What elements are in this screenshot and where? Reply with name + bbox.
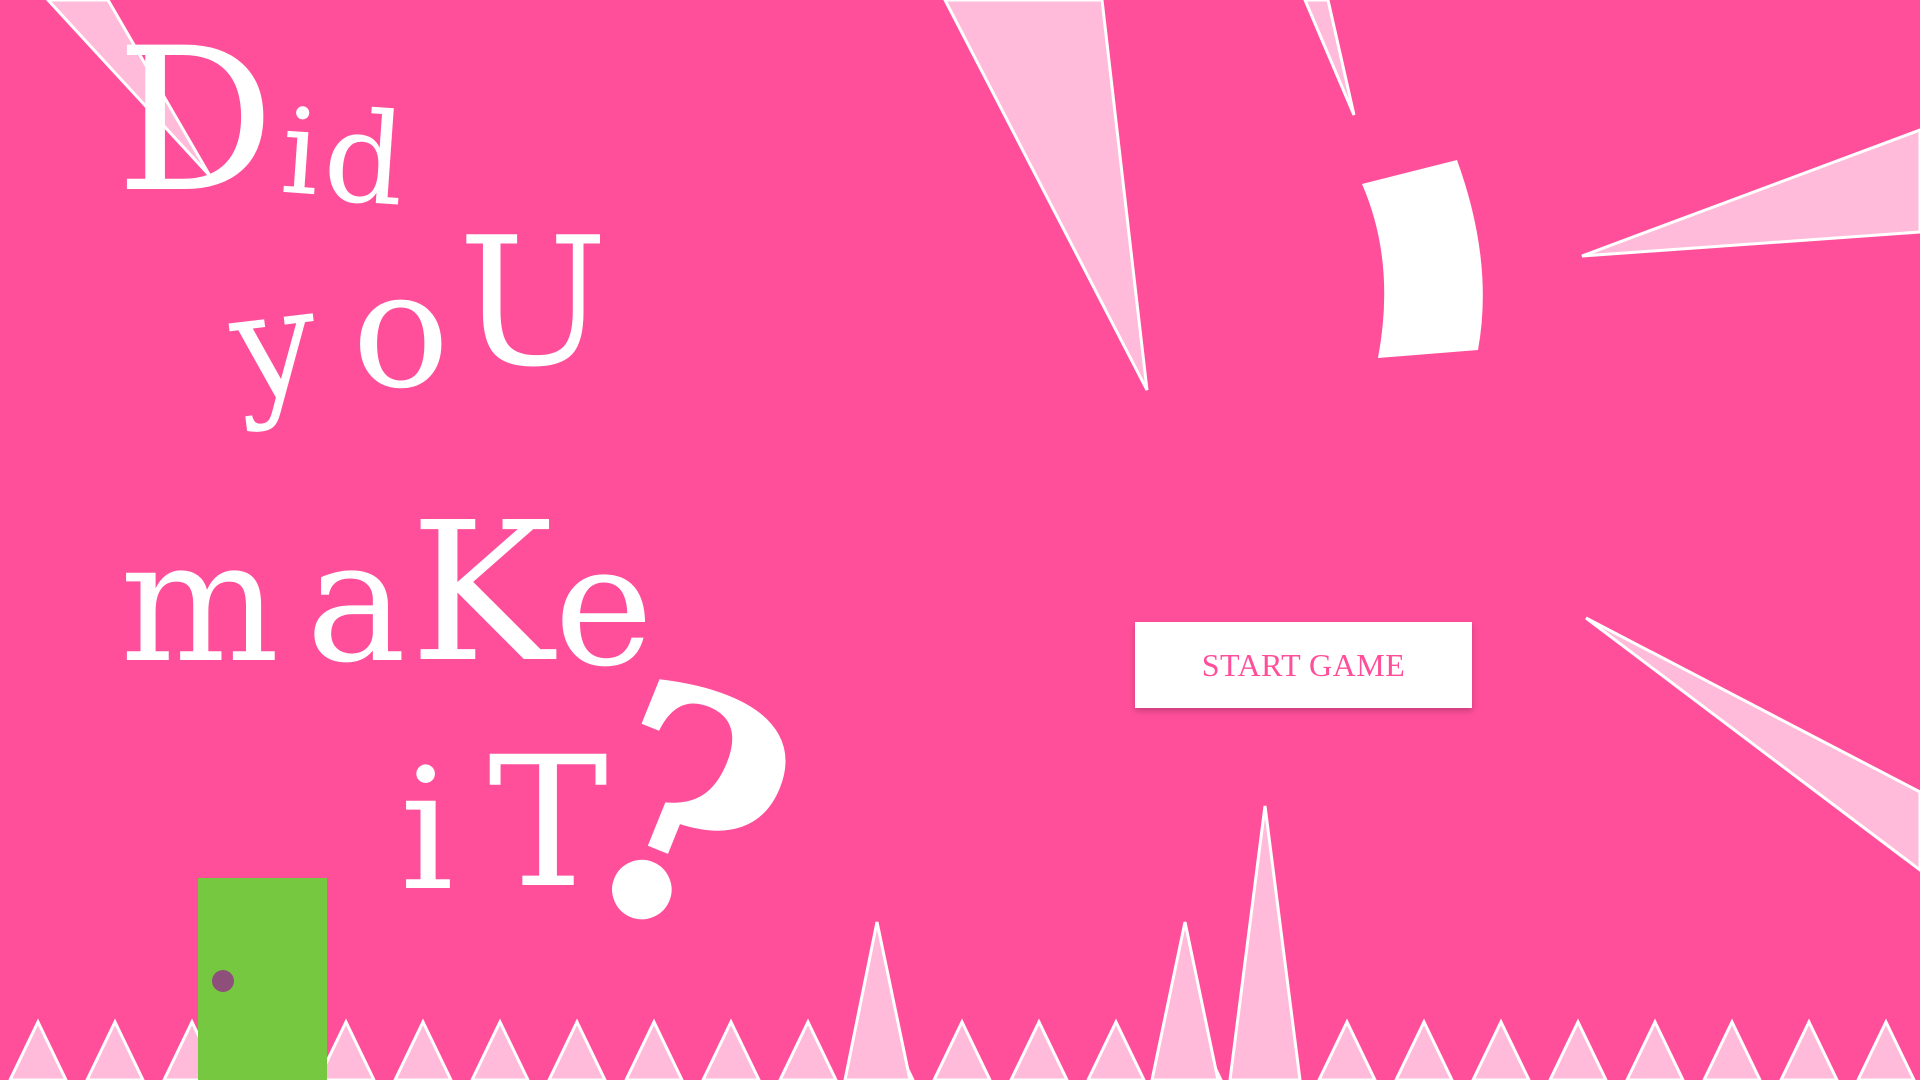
title-letter-m: m: [120, 504, 280, 700]
title-letter-o: o: [352, 237, 450, 425]
title-letter-i-small: i: [400, 732, 454, 928]
shard-right-lower: [1585, 616, 1920, 872]
shard-top-center: [943, 0, 1149, 391]
title-letter-d: D: [116, 5, 275, 236]
shard-right-upper: [1581, 128, 1920, 258]
white-wedge: [1362, 160, 1483, 358]
door-knob: [212, 970, 234, 992]
title-letter-u: U: [458, 199, 609, 406]
title-letter-e: e: [554, 508, 654, 704]
exit-door[interactable]: [198, 878, 327, 1080]
start-game-label: START GAME: [1201, 646, 1406, 683]
title-letter-k: K: [410, 482, 554, 705]
title-letter-d-small: d: [319, 82, 410, 235]
start-game-button[interactable]: START GAME: [1135, 622, 1472, 708]
game-scene: D i d y o U m a K e i T ? START GAME: [0, 0, 1920, 1080]
title-letter-y: y: [221, 253, 328, 437]
title-letter-a: a: [306, 504, 407, 700]
shard-top-right-small: [1303, 0, 1356, 116]
